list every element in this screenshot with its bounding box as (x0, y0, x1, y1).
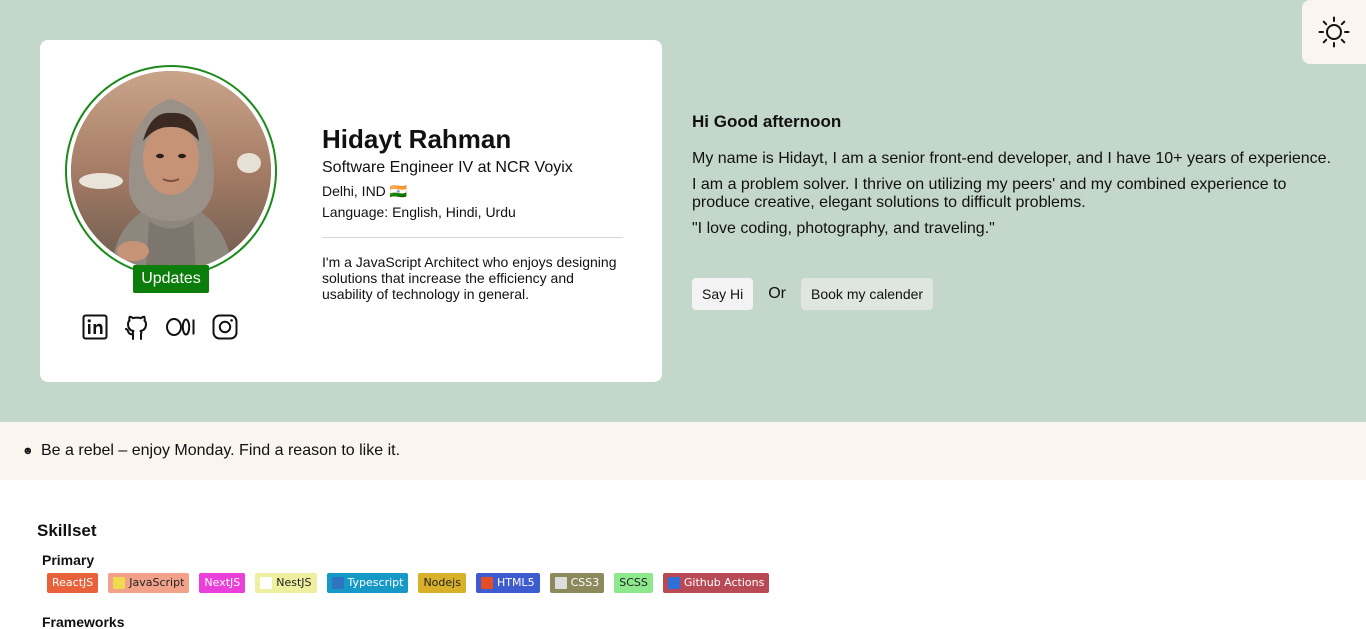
skill-badge-label: ReactJS (52, 576, 94, 589)
intro-paragraph-1: My name is Hidayt, I am a senior front-e… (692, 150, 1332, 167)
skill-badge: Typescript (326, 573, 409, 593)
smiley-icon: ☻ (22, 445, 34, 457)
book-calendar-button[interactable]: Book my calender (801, 278, 934, 310)
skill-badge-label: NestJS (276, 576, 312, 589)
greeting: Hi Good afternoon (692, 112, 842, 131)
skill-badge: CSS3 (549, 573, 605, 593)
skill-badge-label: CSS3 (570, 576, 600, 589)
avatar-ring (65, 65, 277, 277)
intro-paragraph-2: I am a problem solver. I thrive on utili… (692, 176, 1287, 211)
theme-toggle-button[interactable] (1302, 0, 1366, 64)
primary-badges: ReactJS JavaScript NextJS NestJS Typescript N… (47, 573, 770, 593)
sun-icon (1318, 16, 1350, 48)
skill-badge-label: Nodejs (423, 576, 461, 589)
skill-logo-icon (331, 577, 344, 589)
instagram-link[interactable] (212, 313, 238, 341)
frameworks-category-label: Frameworks (42, 614, 125, 629)
skill-logo-icon (667, 577, 680, 589)
profile-languages: Language: English, Hindi, Urdu (322, 204, 516, 220)
instagram-icon (212, 314, 238, 340)
quote-bar: ☻ Be a rebel – enjoy Monday. Find a reas… (0, 422, 1366, 480)
intro-paragraph-3: "I love coding, photography, and traveli… (692, 220, 995, 237)
skillset-title: Skillset (37, 521, 97, 540)
skill-logo-icon (260, 577, 273, 589)
profile-info: Hidayt Rahman Software Engineer IV at NC… (322, 124, 624, 302)
linkedin-icon (82, 314, 108, 340)
github-link[interactable] (124, 313, 150, 341)
updates-button[interactable]: Updates (133, 265, 209, 293)
skillset-section: Skillset Primary ReactJS JavaScript NextJS… (37, 521, 770, 629)
divider (322, 237, 623, 238)
skill-badge-label: NextJS (204, 576, 241, 589)
skill-badge-label: HTML5 (496, 576, 535, 589)
skill-badge: Nodejs (418, 573, 466, 593)
skill-badge: HTML5 (475, 573, 540, 593)
profile-name: Hidayt Rahman (322, 124, 512, 154)
medium-link[interactable] (166, 313, 196, 341)
profile-bio: I'm a JavaScript Architect who enjoys de… (322, 254, 617, 302)
intro-section: Hi Good afternoon My name is Hidayt, I a… (692, 112, 1332, 238)
hero-section: Updates Hidayt Rahman Software Engineer … (0, 0, 1366, 422)
contact-actions: Say Hi Or Book my calender (692, 278, 934, 310)
skill-badge: JavaScript (108, 573, 190, 593)
skill-badge-label: SCSS (619, 576, 648, 589)
skill-badge: NextJS (199, 573, 246, 593)
avatar (71, 71, 271, 271)
profile-card: Updates Hidayt Rahman Software Engineer … (40, 40, 662, 382)
skill-badge-label: Typescript (347, 576, 404, 589)
social-links (82, 313, 238, 341)
skill-logo-icon (113, 577, 126, 589)
say-hi-button[interactable]: Say Hi (692, 278, 754, 310)
skill-badge: ReactJS (47, 573, 99, 593)
medium-icon (166, 318, 195, 336)
profile-location: Delhi, IND 🇮🇳 (322, 183, 408, 199)
github-icon (125, 315, 147, 340)
or-label: Or (768, 285, 787, 302)
skill-logo-icon (480, 577, 493, 589)
primary-category-label: Primary (42, 552, 95, 568)
profile-role: Software Engineer IV at NCR Voyix (322, 159, 573, 176)
quote-text: Be a rebel – enjoy Monday. Find a reason… (41, 442, 401, 459)
skill-badge: Github Actions (662, 573, 770, 593)
skill-badge-label: JavaScript (129, 576, 185, 589)
linkedin-link[interactable] (82, 313, 108, 341)
skill-badge-label: Github Actions (683, 576, 765, 589)
skill-badge: NestJS (255, 573, 317, 593)
skill-logo-icon (554, 577, 567, 589)
skill-badge: SCSS (614, 573, 653, 593)
